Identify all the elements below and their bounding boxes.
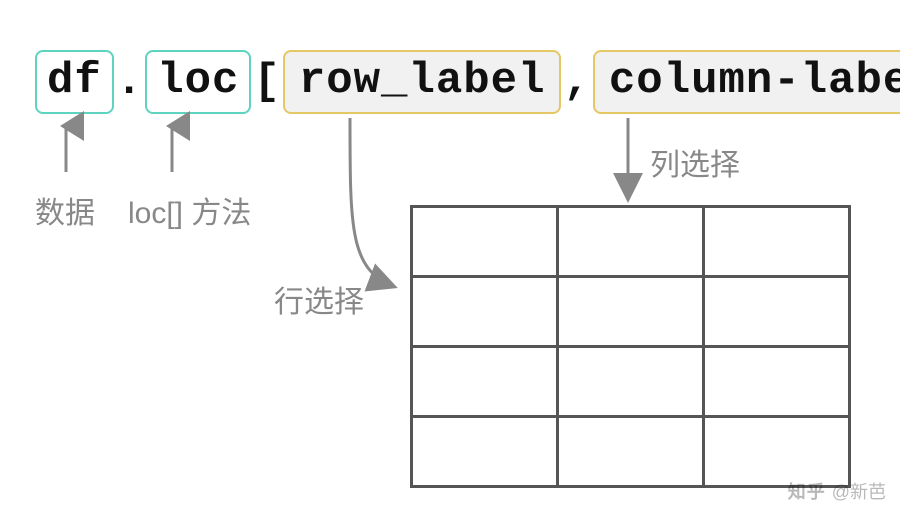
table-cell xyxy=(412,207,558,277)
arrow-df-up xyxy=(56,122,76,177)
token-comma: , xyxy=(561,57,592,107)
table-row xyxy=(412,347,850,417)
token-dot: . xyxy=(114,57,145,107)
label-col-sel: 列选择 xyxy=(650,140,740,184)
watermark-handle: @新芭 xyxy=(832,478,886,504)
table-row xyxy=(412,277,850,347)
label-data: 数据 xyxy=(35,188,95,232)
table-cell xyxy=(704,277,850,347)
table-cell xyxy=(558,417,704,487)
table-cell xyxy=(704,417,850,487)
table-cell xyxy=(558,207,704,277)
table-cell xyxy=(412,277,558,347)
token-row-label: row_label xyxy=(283,50,562,114)
label-loc-method: loc[] 方法 xyxy=(128,188,251,232)
zhihu-logo: 知乎 xyxy=(788,478,826,504)
table-row xyxy=(412,417,850,487)
dataframe-table xyxy=(410,205,851,488)
token-lbracket: [ xyxy=(251,57,282,107)
syntax-expression: df.loc[row_label,column-label] xyxy=(35,50,900,114)
token-loc: loc xyxy=(145,50,251,114)
table-cell xyxy=(704,347,850,417)
token-column-label: column-label xyxy=(593,50,900,114)
table-cell xyxy=(558,347,704,417)
token-df: df xyxy=(35,50,114,114)
arrow-loc-up xyxy=(162,122,182,177)
table-row xyxy=(412,207,850,277)
watermark: 知乎 @新芭 xyxy=(788,478,886,504)
table-cell xyxy=(412,417,558,487)
table-cell xyxy=(704,207,850,277)
table-cell xyxy=(558,277,704,347)
label-row-sel: 行选择 xyxy=(274,277,364,321)
table-cell xyxy=(412,347,558,417)
